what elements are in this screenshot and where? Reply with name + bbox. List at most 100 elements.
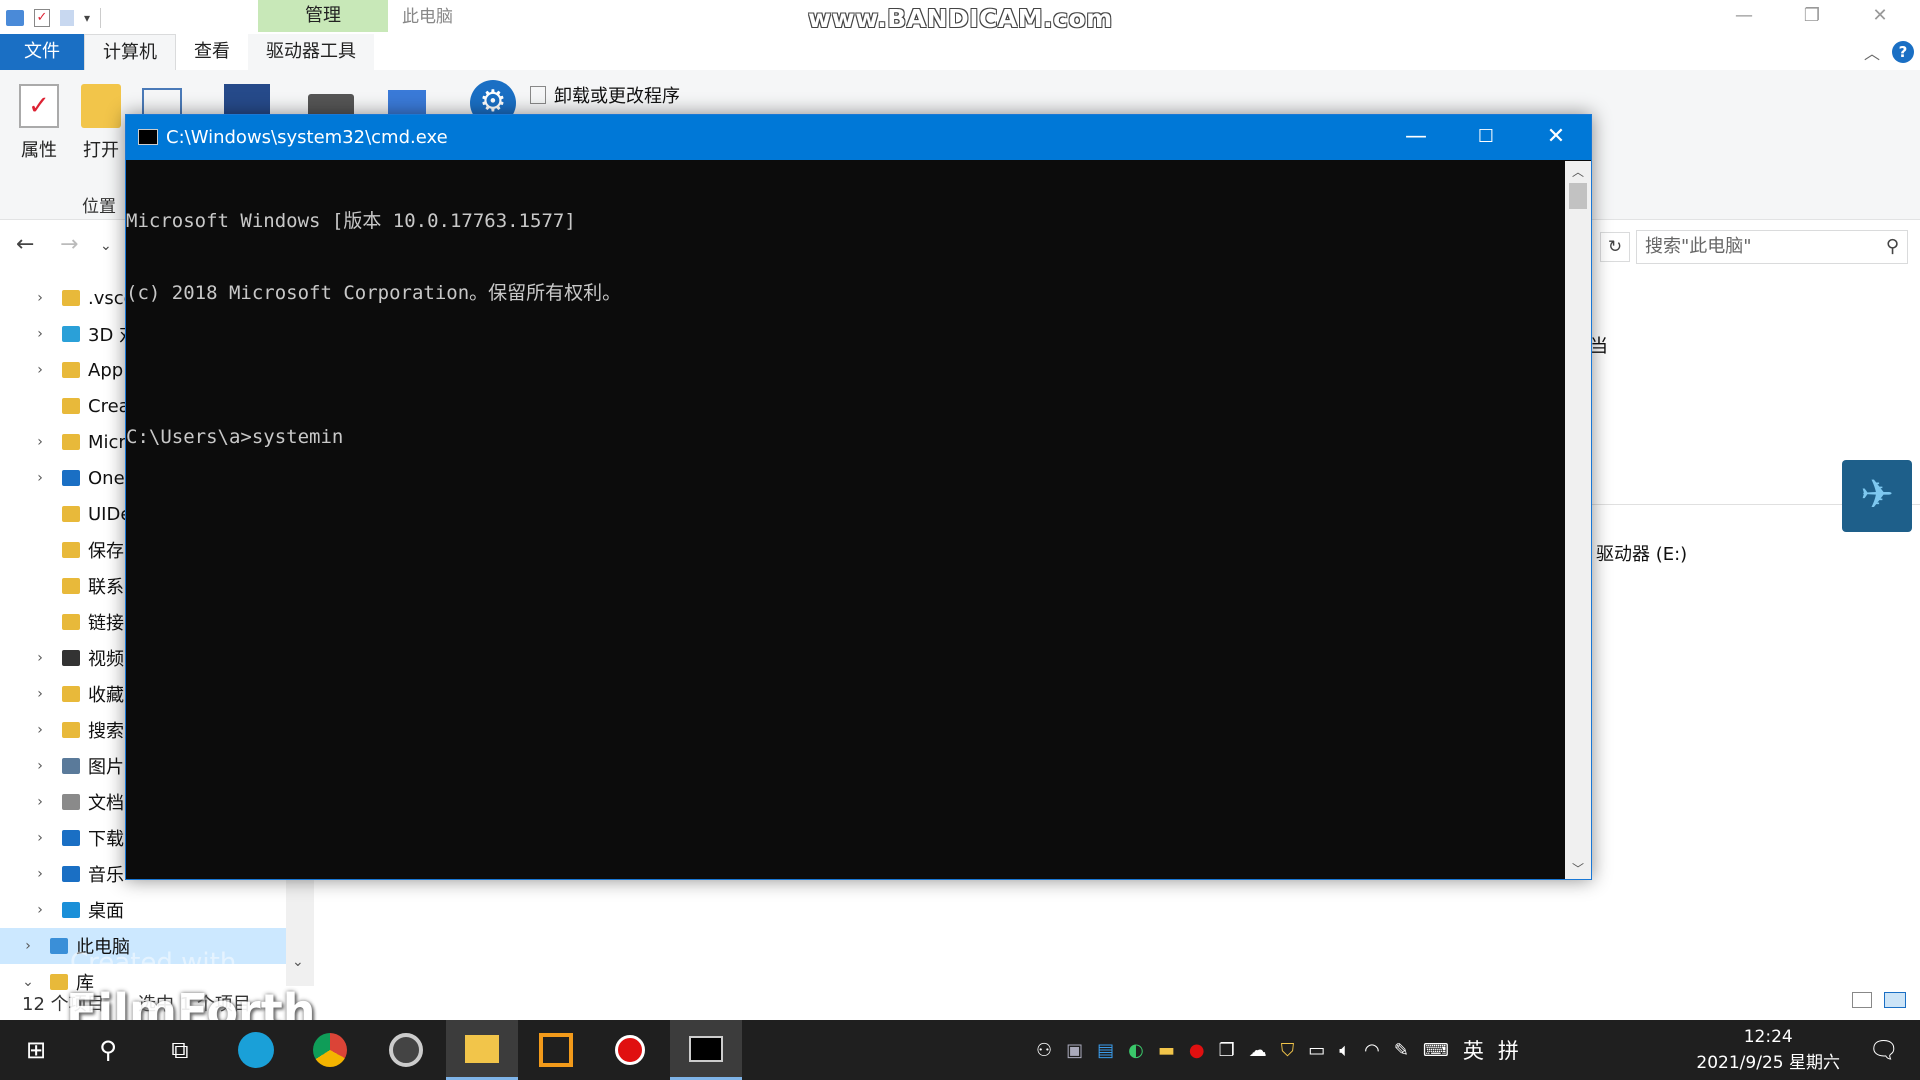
tray-store-icon[interactable]: ▤ xyxy=(1097,1040,1114,1061)
folder-icon xyxy=(62,866,80,882)
folder-icon xyxy=(62,470,80,486)
chevron-right-icon[interactable]: › xyxy=(30,758,50,774)
scroll-up-icon[interactable]: ︿ xyxy=(1572,163,1584,180)
properties-button[interactable]: ✓ 属性 xyxy=(6,84,72,162)
restore-button[interactable]: ❐ xyxy=(1784,0,1840,34)
folder-icon xyxy=(62,362,80,378)
cmd-maximize-button[interactable]: ☐ xyxy=(1451,115,1521,160)
clock-time: 12:24 xyxy=(1743,1027,1793,1047)
scroll-down-icon[interactable]: ﹀ xyxy=(1572,860,1584,877)
folder-icon xyxy=(62,902,80,918)
drive-e-item[interactable]: 驱动器 (E:) xyxy=(1596,540,1687,566)
refresh-button[interactable]: ↻ xyxy=(1600,232,1630,262)
chevron-right-icon[interactable]: › xyxy=(30,794,50,810)
details-view-icon[interactable] xyxy=(1852,992,1872,1008)
chevron-right-icon[interactable]: › xyxy=(30,326,50,342)
close-button[interactable]: ✕ xyxy=(1852,0,1908,34)
record-button[interactable] xyxy=(594,1020,666,1080)
chevron-right-icon[interactable]: › xyxy=(18,938,38,954)
recent-chevron-icon[interactable]: ⌄ xyxy=(100,238,112,254)
help-icon[interactable]: ? xyxy=(1892,41,1914,63)
search-input[interactable]: 搜索"此电脑" ⚲ xyxy=(1636,230,1908,264)
chevron-right-icon[interactable]: › xyxy=(30,722,50,738)
chevron-right-icon[interactable]: › xyxy=(30,434,50,450)
people-icon[interactable]: ⚇ xyxy=(1036,1040,1052,1061)
folder-open-icon xyxy=(81,84,121,128)
search-placeholder: 搜索"此电脑" xyxy=(1645,236,1752,257)
file-explorer-button[interactable] xyxy=(446,1020,518,1080)
ime-lang[interactable]: 英 xyxy=(1463,1035,1484,1065)
terminal-line: (c) 2018 Microsoft Corporation。保留所有权利。 xyxy=(126,282,622,304)
floating-bird-icon[interactable]: ✈ xyxy=(1842,460,1912,532)
volume-icon[interactable]: 🔈︎ xyxy=(1339,1040,1350,1061)
uninstall-icon xyxy=(530,86,546,104)
notification-icon: 🗨︎ xyxy=(1868,1036,1900,1064)
cmd-title-bar[interactable]: C:\Windows\system32\cmd.exe — ☐ ✕ xyxy=(126,115,1591,160)
chevron-right-icon[interactable]: › xyxy=(30,650,50,666)
tab-file[interactable]: 文件 xyxy=(0,34,84,70)
chevron-right-icon[interactable]: › xyxy=(30,686,50,702)
forward-icon[interactable]: → xyxy=(60,232,78,257)
chrome-button[interactable] xyxy=(294,1020,366,1080)
vm-app-button[interactable] xyxy=(520,1020,592,1080)
search-button[interactable]: ⚲ xyxy=(72,1020,144,1080)
cmd-window[interactable]: C:\Windows\system32\cmd.exe — ☐ ✕ Micros… xyxy=(125,114,1592,880)
tree-item[interactable]: › 桌面 xyxy=(0,892,286,928)
chevron-right-icon[interactable]: › xyxy=(30,290,50,306)
tray-app-icon[interactable]: ▣ xyxy=(1066,1040,1083,1061)
chevron-right-icon[interactable]: › xyxy=(30,470,50,486)
cmd-taskbar-button[interactable] xyxy=(670,1020,742,1080)
cmd-minimize-button[interactable]: — xyxy=(1381,115,1451,160)
windows-icon: ⊞ xyxy=(25,1036,47,1064)
task-view-icon: ⧉ xyxy=(171,1036,189,1064)
tray-folder-icon[interactable]: ▬ xyxy=(1158,1040,1175,1061)
collapse-ribbon-icon[interactable]: ︿ xyxy=(1864,40,1880,64)
start-button[interactable]: ⊞ xyxy=(0,1020,72,1080)
notifications-button[interactable]: 🗨︎ xyxy=(1848,1020,1920,1080)
tree-item-label: 保存 xyxy=(88,541,124,562)
folder-icon xyxy=(50,938,68,954)
media-player-button[interactable] xyxy=(370,1020,442,1080)
scroll-thumb[interactable] xyxy=(1569,183,1587,209)
new-folder-icon[interactable] xyxy=(60,10,74,26)
chrome-icon xyxy=(313,1033,347,1067)
terminal-output[interactable]: Microsoft Windows [版本 10.0.17763.1577] (… xyxy=(126,161,1565,879)
tray-record-icon[interactable]: ● xyxy=(1189,1040,1205,1061)
tab-drive-tools[interactable]: 驱动器工具 xyxy=(248,34,374,70)
onedrive-icon[interactable]: ☁ xyxy=(1249,1040,1267,1061)
tree-item-label: 下载 xyxy=(88,829,124,850)
context-tab-manage[interactable]: 管理 xyxy=(258,0,388,32)
security-icon[interactable]: ⛉ xyxy=(1281,1040,1295,1061)
customize-qat-icon[interactable]: ▾ xyxy=(84,11,90,25)
ime-mode[interactable]: 拼 xyxy=(1498,1035,1519,1065)
window-title: 此电脑 xyxy=(402,7,453,27)
tab-computer[interactable]: 计算机 xyxy=(84,34,176,70)
minimize-button[interactable]: — xyxy=(1716,0,1772,34)
chevron-right-icon[interactable]: › xyxy=(30,866,50,882)
task-view-button[interactable]: ⧉ xyxy=(144,1020,216,1080)
large-icons-view-icon[interactable] xyxy=(1884,992,1906,1008)
cmd-close-button[interactable]: ✕ xyxy=(1521,115,1591,160)
chevron-right-icon[interactable]: › xyxy=(30,830,50,846)
back-icon[interactable]: ← xyxy=(16,232,34,257)
clock[interactable]: 12:24 2021/9/25 星期六 xyxy=(1696,1024,1840,1076)
tray-copy-icon[interactable]: ❐ xyxy=(1219,1040,1235,1061)
battery-icon[interactable]: ▭ xyxy=(1308,1040,1325,1061)
media-player-icon xyxy=(389,1033,423,1067)
scroll-down-icon[interactable]: ⌄ xyxy=(292,954,304,970)
tray-edge-icon[interactable]: ◐ xyxy=(1128,1040,1144,1061)
tab-view[interactable]: 查看 xyxy=(176,34,248,70)
content-pane: 当 驱动器 (E:) ✈ xyxy=(1590,272,1920,992)
pen-icon[interactable]: ✎ xyxy=(1394,1040,1409,1061)
wifi-icon[interactable]: ◠ xyxy=(1364,1040,1380,1061)
chevron-right-icon[interactable]: › xyxy=(30,362,50,378)
edge-button[interactable] xyxy=(220,1020,292,1080)
uninstall-button[interactable]: 卸载或更改程序 xyxy=(530,82,680,108)
cmd-icon xyxy=(689,1035,723,1062)
keyboard-icon[interactable]: ⌨ xyxy=(1423,1040,1449,1061)
folder-icon xyxy=(62,794,80,810)
chevron-right-icon[interactable]: › xyxy=(30,902,50,918)
properties-icon[interactable]: ✓ xyxy=(34,9,50,27)
cmd-scrollbar[interactable]: ︿ ﹀ xyxy=(1565,161,1591,879)
